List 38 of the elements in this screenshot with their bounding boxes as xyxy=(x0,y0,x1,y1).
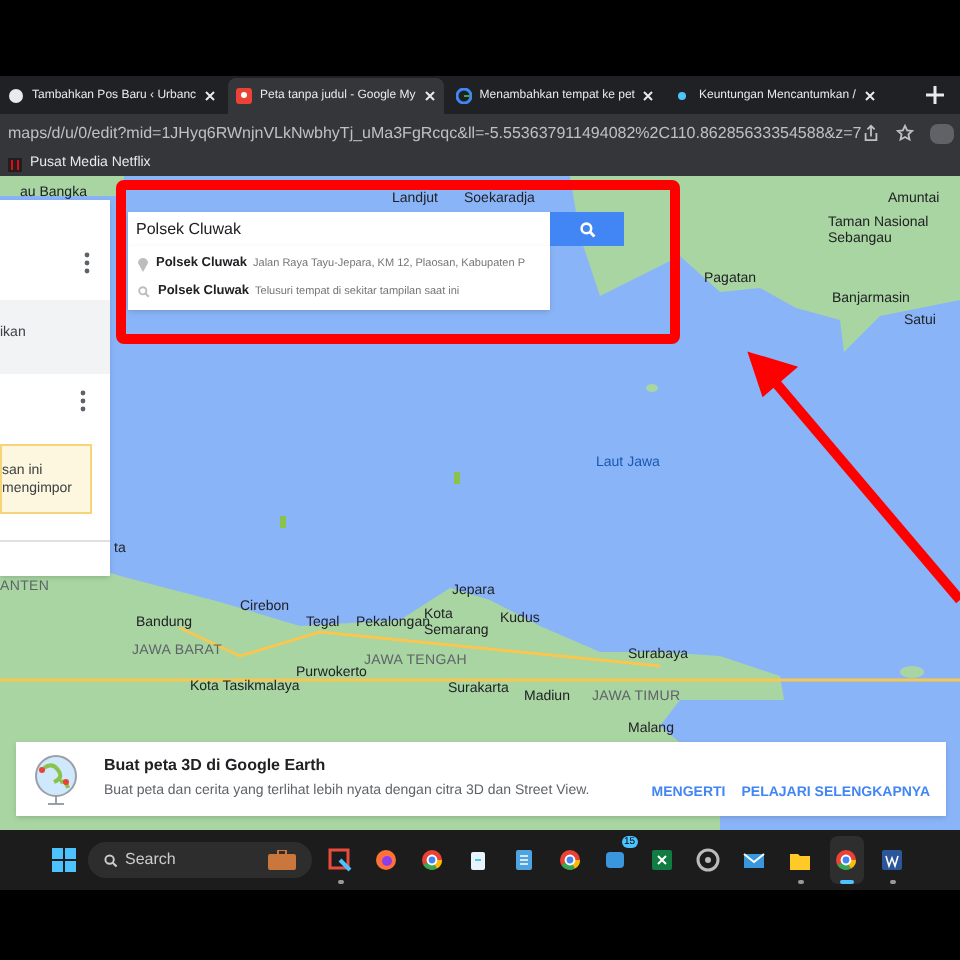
search-icon xyxy=(579,221,595,237)
close-icon[interactable] xyxy=(204,90,217,102)
chrome-icon xyxy=(558,848,582,872)
notepad-icon xyxy=(512,848,536,872)
bookmark-favicon-icon xyxy=(8,157,22,171)
new-tab-icon[interactable] xyxy=(926,86,944,104)
taskbar-app[interactable] xyxy=(829,836,863,884)
tab-favicon-icon xyxy=(674,88,691,104)
share-icon[interactable] xyxy=(861,124,880,142)
taskbar-search[interactable]: Search xyxy=(87,842,311,878)
chrome-icon xyxy=(834,848,858,872)
more-options-icon[interactable] xyxy=(84,252,90,274)
banner-title: Buat peta 3D di Google Earth xyxy=(104,754,328,779)
close-icon[interactable] xyxy=(423,90,436,102)
folder-icon xyxy=(788,848,812,872)
layer-section xyxy=(0,300,110,374)
firefox-icon xyxy=(374,848,398,872)
tab-favicon-icon xyxy=(8,88,24,104)
search-button[interactable] xyxy=(550,212,624,246)
pin-icon xyxy=(138,257,148,271)
excel-icon xyxy=(650,848,674,872)
star-icon[interactable] xyxy=(895,124,914,142)
tab-favicon-icon xyxy=(455,88,472,104)
mail-icon xyxy=(742,848,766,872)
close-icon[interactable] xyxy=(642,90,655,102)
search-icon xyxy=(103,853,117,867)
globe-icon xyxy=(32,753,80,805)
briefcase-icon xyxy=(267,850,295,870)
snip-icon xyxy=(328,848,352,872)
search-placeholder: Search xyxy=(125,848,178,872)
tab-favicon-icon xyxy=(236,88,253,104)
search-icon xyxy=(138,286,150,298)
more-options-icon[interactable] xyxy=(80,390,86,412)
search-field[interactable]: Polsek Cluwak xyxy=(128,212,550,246)
close-icon[interactable] xyxy=(863,90,876,102)
word-icon xyxy=(880,848,904,872)
chrome-icon xyxy=(420,848,444,872)
start-icon[interactable] xyxy=(51,848,75,872)
